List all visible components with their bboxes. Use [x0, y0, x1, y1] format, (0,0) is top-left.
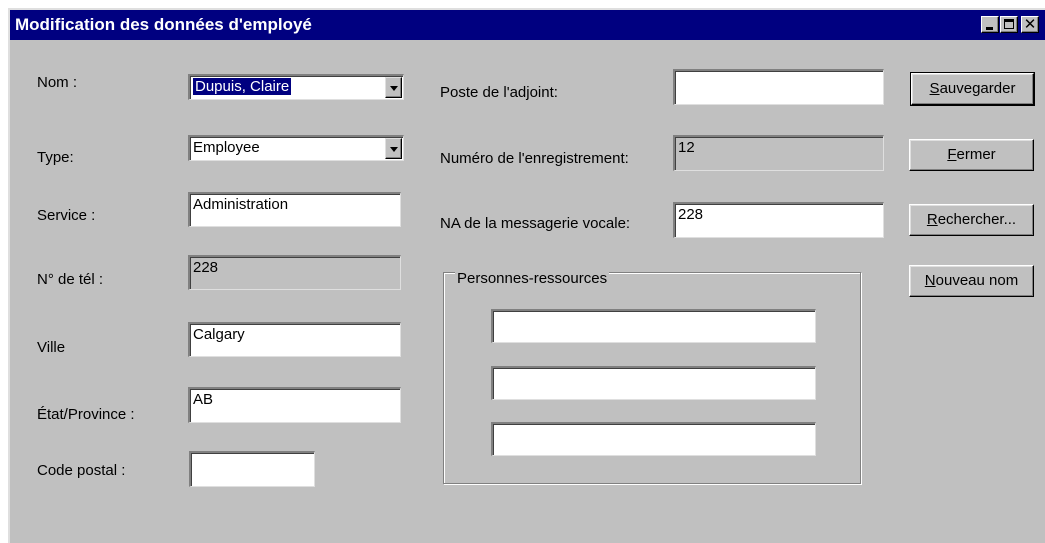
personne-ressource-input-1[interactable]: [491, 309, 816, 343]
type-combobox[interactable]: Employee: [188, 135, 404, 161]
personne-ressource-input-2[interactable]: [491, 366, 816, 400]
close-button[interactable]: ✕: [1021, 15, 1039, 33]
service-input[interactable]: Administration: [188, 192, 401, 227]
nouveau-nom-mnemonic: N: [924, 272, 936, 289]
fermer-label: ermer: [956, 146, 996, 163]
na-messagerie-label: NA de la messagerie vocale:: [440, 215, 631, 232]
numero-enregistrement-field: 12: [673, 135, 884, 171]
code-postal-label: Code postal :: [37, 462, 126, 479]
tel-value: 228: [193, 259, 219, 276]
sauvegarder-label: auvegarder: [939, 80, 1016, 97]
employee-dialog: Modification des données d'employé ✕ Nom…: [8, 8, 1045, 543]
rechercher-button[interactable]: Rechercher...: [909, 204, 1034, 236]
na-messagerie-input[interactable]: 228: [673, 202, 884, 238]
nom-value: Dupuis, Claire: [193, 78, 292, 95]
maximize-button[interactable]: [1000, 16, 1018, 33]
close-icon: ✕: [1023, 15, 1037, 33]
numero-enregistrement-value: 12: [678, 139, 695, 156]
tel-field: 228: [188, 255, 401, 290]
type-value: Employee: [193, 139, 260, 156]
etat-province-value: AB: [193, 391, 214, 408]
personnes-ressources-legend: Personnes-ressources: [455, 270, 610, 287]
fermer-mnemonic: F: [947, 146, 957, 163]
maximize-icon: [1004, 19, 1014, 29]
rechercher-label: echercher...: [937, 211, 1017, 228]
rechercher-mnemonic: R: [926, 211, 938, 228]
window-title: Modification des données d'employé: [15, 15, 312, 34]
sauvegarder-mnemonic: S: [929, 80, 940, 97]
service-value: Administration: [193, 196, 289, 213]
poste-adjoint-label: Poste de l'adjoint:: [440, 84, 558, 101]
chevron-down-icon[interactable]: [385, 138, 402, 159]
etat-province-label: État/Province :: [37, 406, 135, 423]
minimize-button[interactable]: [981, 16, 999, 33]
poste-adjoint-input[interactable]: [673, 69, 884, 105]
tel-label: N° de tél :: [37, 271, 104, 288]
service-label: Service :: [37, 207, 96, 224]
window-controls: ✕: [980, 15, 1039, 33]
nouveau-nom-label: ouveau nom: [935, 272, 1019, 289]
ville-value: Calgary: [193, 326, 245, 343]
numero-enregistrement-label: Numéro de l'enregistrement:: [440, 150, 629, 167]
ville-label: Ville: [37, 339, 66, 356]
title-bar[interactable]: Modification des données d'employé ✕: [10, 10, 1045, 40]
ville-input[interactable]: Calgary: [188, 322, 401, 357]
sauvegarder-button[interactable]: Sauvegarder: [910, 72, 1035, 106]
chevron-down-icon[interactable]: [385, 77, 402, 98]
nom-label: Nom :: [37, 74, 78, 91]
na-messagerie-value: 228: [678, 206, 704, 223]
fermer-button[interactable]: Fermer: [909, 139, 1034, 171]
minimize-icon: [986, 27, 993, 30]
code-postal-input[interactable]: [189, 451, 315, 487]
personne-ressource-input-3[interactable]: [491, 422, 816, 456]
nom-combobox[interactable]: Dupuis, Claire: [188, 74, 404, 100]
type-label: Type:: [37, 149, 74, 166]
etat-province-input[interactable]: AB: [188, 387, 401, 423]
nouveau-nom-button[interactable]: Nouveau nom: [909, 265, 1034, 297]
